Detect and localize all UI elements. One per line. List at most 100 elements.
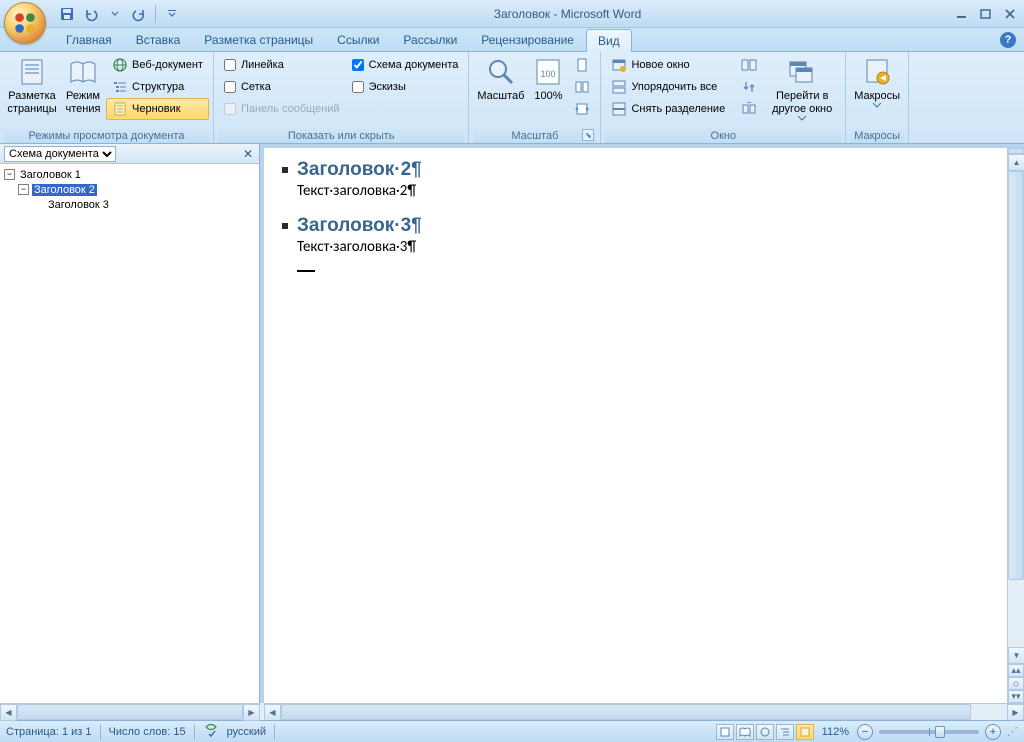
side-by-side-button[interactable] bbox=[735, 54, 763, 76]
scroll-left-button[interactable]: ◀ bbox=[264, 704, 281, 720]
page-width-button[interactable] bbox=[568, 98, 596, 120]
document-map-close-button[interactable]: ✕ bbox=[241, 147, 255, 161]
zoom-out-button[interactable]: − bbox=[857, 724, 873, 740]
heading-2a[interactable]: Заголовок·2¶ bbox=[282, 158, 989, 181]
hscroll-track[interactable] bbox=[281, 704, 1007, 720]
vertical-scrollbar[interactable]: ▲ ▼ ▴▴ ○ ▾▾ bbox=[1007, 148, 1024, 703]
gridlines-checkbox[interactable]: Сетка bbox=[218, 76, 346, 98]
view-web-button[interactable] bbox=[756, 724, 774, 740]
document-map-selector[interactable]: Схема документа bbox=[4, 146, 116, 162]
collapse-icon[interactable]: − bbox=[4, 169, 15, 180]
thumbnails-checkbox[interactable]: Эскизы bbox=[346, 76, 465, 98]
undo-dropdown[interactable] bbox=[104, 3, 126, 25]
zoom-dialog-launcher[interactable]: ⬊ bbox=[582, 129, 594, 141]
heading-2b[interactable]: Заголовок·3¶ bbox=[282, 214, 989, 237]
switch-windows-button[interactable]: Перейти в другое окно bbox=[763, 54, 841, 123]
document-canvas[interactable]: Заголовок·2¶ Текст·заголовка·2¶ Заголово… bbox=[264, 148, 1007, 703]
doc-map-checkbox[interactable]: Схема документа bbox=[346, 54, 465, 76]
view-outline-button[interactable] bbox=[776, 724, 794, 740]
ruler-checkbox[interactable]: Линейка bbox=[218, 54, 346, 76]
outline-button[interactable]: Структура bbox=[106, 76, 209, 98]
browse-next-button[interactable]: ▾▾ bbox=[1008, 690, 1024, 703]
zoom-button[interactable]: Масштаб bbox=[473, 54, 528, 105]
group-zoom: Масштаб 100 100% Масштаб⬊ bbox=[469, 52, 601, 143]
print-layout-button[interactable]: Разметка страницы bbox=[4, 54, 60, 118]
tab-insert[interactable]: Вставка bbox=[124, 28, 193, 51]
tab-review[interactable]: Рецензирование bbox=[469, 28, 586, 51]
split-button[interactable]: Снять разделение bbox=[605, 98, 731, 120]
maximize-button[interactable] bbox=[976, 6, 996, 22]
status-page[interactable]: Страница: 1 из 1 bbox=[6, 726, 92, 738]
reading-layout-icon bbox=[67, 56, 99, 88]
view-reading-button[interactable] bbox=[736, 724, 754, 740]
tab-view[interactable]: Вид bbox=[586, 29, 632, 52]
draft-button[interactable]: Черновик bbox=[106, 98, 209, 120]
zoom-level[interactable]: 112% bbox=[822, 726, 849, 738]
zoom-icon bbox=[485, 56, 517, 88]
undo-button[interactable] bbox=[80, 3, 102, 25]
paragraph-2[interactable]: Текст·заголовка·2¶ bbox=[297, 182, 989, 200]
docmap-hscroll[interactable]: ◀ ▶ bbox=[0, 703, 260, 720]
minimize-button[interactable] bbox=[952, 6, 972, 22]
arrange-all-button[interactable]: Упорядочить все bbox=[605, 76, 731, 98]
draft-label: Черновик bbox=[132, 103, 181, 115]
web-layout-button[interactable]: Веб-документ bbox=[106, 54, 209, 76]
zoom-100-button[interactable]: 100 100% bbox=[528, 54, 568, 105]
qat-customize-button[interactable] bbox=[161, 3, 183, 25]
print-layout-icon bbox=[16, 56, 48, 88]
tree-item-h3[interactable]: Заголовок 3 bbox=[2, 197, 257, 212]
new-window-button[interactable]: Новое окно bbox=[605, 54, 731, 76]
message-bar-checkbox: Панель сообщений bbox=[218, 98, 346, 120]
group-zoom-label: Масштаб⬊ bbox=[473, 128, 596, 143]
horizontal-scrollbar[interactable]: ◀ ▶ bbox=[264, 703, 1024, 720]
switch-windows-icon bbox=[786, 56, 818, 88]
scroll-track[interactable] bbox=[1008, 171, 1024, 647]
scroll-thumb[interactable] bbox=[1008, 171, 1024, 580]
redo-button[interactable] bbox=[128, 3, 150, 25]
hscroll-thumb[interactable] bbox=[281, 704, 971, 720]
docmap-hscroll-thumb[interactable] bbox=[17, 704, 243, 720]
help-button[interactable]: ? bbox=[1000, 32, 1016, 48]
scroll-right-button[interactable]: ▶ bbox=[1007, 704, 1024, 720]
tab-mailings[interactable]: Рассылки bbox=[391, 28, 469, 51]
zoom-slider[interactable] bbox=[879, 730, 979, 734]
reset-position-button[interactable] bbox=[735, 98, 763, 120]
tab-references[interactable]: Ссылки bbox=[325, 28, 391, 51]
group-show-hide: Линейка Сетка Панель сообщений Схема док… bbox=[214, 52, 469, 143]
collapse-icon[interactable]: − bbox=[18, 184, 29, 195]
scroll-down-button[interactable]: ▼ bbox=[1008, 647, 1024, 664]
view-draft-button[interactable] bbox=[796, 724, 814, 740]
reading-layout-button[interactable]: Режим чтения bbox=[60, 54, 106, 118]
proofing-icon[interactable] bbox=[203, 723, 219, 740]
tree-item-h2[interactable]: − Заголовок 2 bbox=[2, 182, 257, 197]
view-print-layout-button[interactable] bbox=[716, 724, 734, 740]
tree-item-h1[interactable]: − Заголовок 1 bbox=[2, 167, 257, 182]
browse-prev-button[interactable]: ▴▴ bbox=[1008, 664, 1024, 677]
browse-object-button[interactable]: ○ bbox=[1008, 677, 1024, 690]
status-word-count[interactable]: Число слов: 15 bbox=[109, 726, 186, 738]
editor-area: Заголовок·2¶ Текст·заголовка·2¶ Заголово… bbox=[260, 144, 1024, 720]
two-pages-button[interactable] bbox=[568, 76, 596, 98]
status-language[interactable]: русский bbox=[227, 726, 266, 738]
tab-home[interactable]: Главная bbox=[54, 28, 124, 51]
tab-page-layout[interactable]: Разметка страницы bbox=[192, 28, 325, 51]
paragraph-3[interactable]: Текст·заголовка·3¶ bbox=[297, 238, 989, 256]
save-button[interactable] bbox=[56, 3, 78, 25]
zoom-slider-thumb[interactable] bbox=[935, 726, 945, 738]
outline-label: Структура bbox=[132, 81, 184, 93]
scroll-up-button[interactable]: ▲ bbox=[1008, 154, 1024, 171]
zoom-in-button[interactable]: + bbox=[985, 724, 1001, 740]
title-bar: Заголовок - Microsoft Word bbox=[0, 0, 1024, 28]
office-button[interactable] bbox=[4, 2, 46, 44]
resize-grip-icon[interactable]: ⋰ bbox=[1007, 725, 1018, 738]
one-page-button[interactable] bbox=[568, 54, 596, 76]
docmap-scroll-left[interactable]: ◀ bbox=[0, 704, 17, 721]
close-button[interactable] bbox=[1000, 6, 1020, 22]
sync-scroll-button[interactable] bbox=[735, 76, 763, 98]
document-map-tree[interactable]: − Заголовок 1 − Заголовок 2 Заголовок 3 bbox=[0, 164, 259, 720]
macros-button[interactable]: Макросы bbox=[850, 54, 904, 110]
quick-access-toolbar bbox=[56, 0, 183, 27]
page-width-icon bbox=[574, 101, 590, 117]
split-icon bbox=[611, 101, 627, 117]
docmap-scroll-right[interactable]: ▶ bbox=[243, 704, 260, 721]
